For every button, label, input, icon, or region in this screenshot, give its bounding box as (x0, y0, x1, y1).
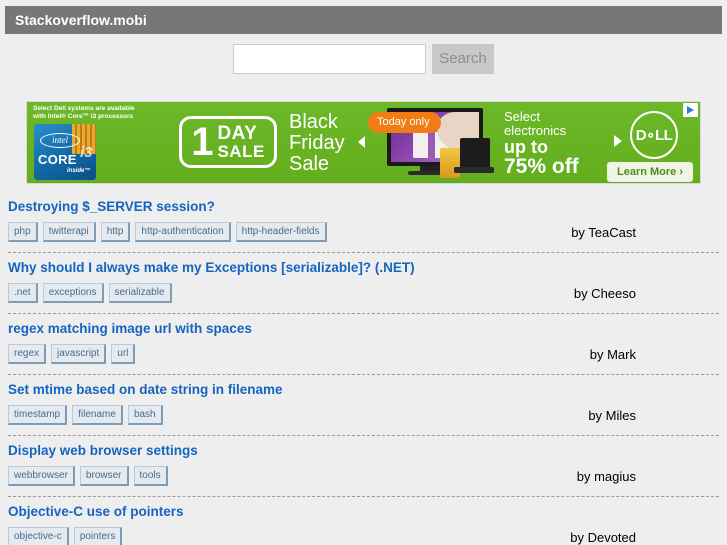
tag[interactable]: url (111, 344, 136, 364)
tag[interactable]: pointers (73, 527, 123, 545)
black-friday-headline: Black Friday Sale (289, 111, 345, 175)
tag[interactable]: timestamp (8, 405, 68, 425)
intel-core-label: CORE (38, 152, 77, 167)
tag[interactable]: browser (79, 466, 129, 486)
tag-list: regex javascript url (8, 344, 136, 364)
intel-inside-label: inside™ (67, 168, 91, 174)
intel-i3-label: i3 (80, 144, 93, 161)
question-title-link[interactable]: Set mtime based on date string in filena… (8, 375, 719, 398)
intel-core-badge-icon: i3 intel CORE inside™ (34, 124, 96, 180)
question-author: by Devoted (570, 529, 636, 545)
tag[interactable]: http-authentication (135, 222, 231, 242)
tag[interactable]: bash (127, 405, 163, 425)
tag[interactable]: filename (72, 405, 123, 425)
one-day-sale-badge: 1 DAY SALE (179, 116, 277, 168)
search-area: Search (0, 44, 727, 74)
tag[interactable]: http (100, 222, 131, 242)
question-meta-row: regex javascript url by Mark (8, 344, 719, 364)
question-author: by Mark (589, 346, 636, 362)
product-box-graphic (440, 148, 460, 178)
question-item: Objective-C use of pointers objective-c … (0, 497, 727, 545)
question-item: Destroying $_SERVER session? php twitter… (0, 192, 727, 252)
learn-more-button[interactable]: Learn More › (607, 162, 694, 182)
site-header: Stackoverflow.mobi (5, 6, 722, 34)
tag[interactable]: .net (8, 283, 38, 303)
tag[interactable]: php (8, 222, 38, 242)
question-meta-row: webbrowser browser tools by magius (8, 466, 719, 486)
question-title-link[interactable]: Display web browser settings (8, 436, 719, 459)
tag-list: php twitterapi http http-authentication … (8, 222, 327, 242)
tag[interactable]: serializable (108, 283, 172, 303)
question-author: by magius (576, 468, 636, 484)
sale-word: SALE (217, 142, 265, 161)
question-list: Destroying $_SERVER session? php twitter… (0, 192, 727, 545)
one-day-word: DAY (217, 123, 258, 144)
search-input[interactable] (233, 44, 426, 74)
laptop-graphic (454, 138, 494, 173)
question-author: by Cheeso (573, 285, 636, 301)
one-day-number: 1 (191, 120, 214, 164)
site-title: Stackoverflow.mobi (15, 12, 147, 28)
page-root: Stackoverflow.mobi Search Select Dell sy… (0, 0, 727, 545)
question-author: by TeaCast (571, 224, 636, 240)
ad-percent-off-text: 75% off (504, 155, 579, 178)
question-meta-row: timestamp filename bash by Miles (8, 405, 719, 425)
adchoices-triangle-icon (687, 106, 694, 114)
question-author: by Miles (588, 407, 636, 423)
question-meta-row: .net exceptions serializable by Cheeso (8, 283, 719, 303)
tag[interactable]: twitterapi (42, 222, 96, 242)
dell-logo-icon: D∘LL (630, 111, 678, 159)
tag[interactable]: javascript (51, 344, 107, 364)
tag-list: objective-c pointers (8, 527, 123, 545)
question-title-link[interactable]: Why should I always make my Exceptions [… (8, 253, 719, 276)
question-meta-row: objective-c pointers by Devoted (8, 527, 719, 545)
ad-intel-disclaimer: Select Dell systems are available with I… (33, 105, 135, 120)
question-item: Why should I always make my Exceptions [… (0, 253, 727, 313)
tag[interactable]: regex (8, 344, 47, 364)
search-button[interactable]: Search (432, 44, 494, 74)
tag[interactable]: exceptions (42, 283, 104, 303)
tag-list: .net exceptions serializable (8, 283, 172, 303)
tag[interactable]: objective-c (8, 527, 69, 545)
question-title-link[interactable]: Objective-C use of pointers (8, 497, 719, 520)
today-only-badge: Today only (368, 112, 441, 133)
question-title-link[interactable]: regex matching image url with spaces (8, 314, 719, 337)
question-meta-row: php twitterapi http http-authentication … (8, 222, 719, 242)
tag[interactable]: webbrowser (8, 466, 75, 486)
adchoices-icon[interactable] (683, 103, 698, 117)
tag-list: timestamp filename bash (8, 405, 163, 425)
question-item: Display web browser settings webbrowser … (0, 436, 727, 496)
intel-wordmark: intel (40, 133, 80, 148)
tag[interactable]: tools (133, 466, 168, 486)
advertisement-banner[interactable]: Select Dell systems are available with I… (26, 101, 701, 184)
carousel-next-arrow-icon[interactable] (614, 135, 622, 147)
question-title-link[interactable]: Destroying $_SERVER session? (8, 192, 719, 215)
question-item: Set mtime based on date string in filena… (0, 375, 727, 435)
tag-list: webbrowser browser tools (8, 466, 168, 486)
carousel-prev-arrow-icon[interactable] (358, 136, 365, 148)
question-item: regex matching image url with spaces reg… (0, 314, 727, 374)
ad-select-electronics-text: Select electronics (504, 109, 567, 138)
tag[interactable]: http-header-fields (235, 222, 327, 242)
